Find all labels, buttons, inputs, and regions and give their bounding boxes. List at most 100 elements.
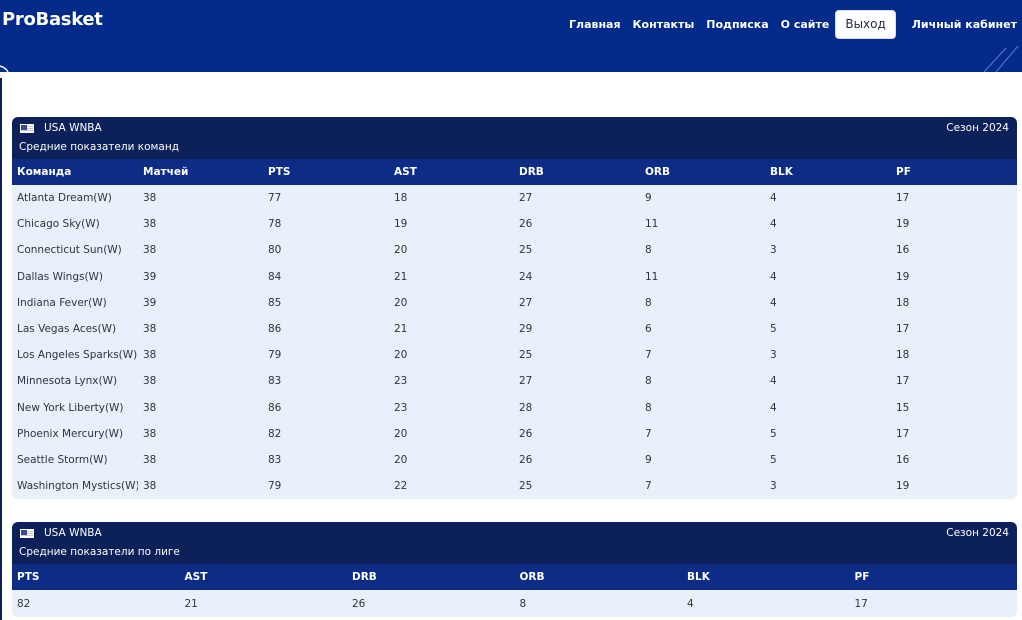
stat-cell: 23 xyxy=(394,375,408,388)
stat-cell: 5 xyxy=(770,453,777,466)
stat-cell: 84 xyxy=(268,270,282,283)
stat-cell: 21 xyxy=(394,323,408,336)
stat-cell: 4 xyxy=(770,375,777,388)
stat-cell: 79 xyxy=(268,480,282,493)
stat-cell: 4 xyxy=(770,192,777,205)
stat-cell: 38 xyxy=(143,453,157,466)
team-name-cell: Chicago Sky(W) xyxy=(17,218,100,231)
stat-cell: 78 xyxy=(268,218,282,231)
stat-cell: 19 xyxy=(896,270,910,283)
stat-cell: 11 xyxy=(645,270,659,283)
column-header: ORB xyxy=(514,564,682,590)
stat-cell: 27 xyxy=(519,296,533,309)
stat-cell: 17 xyxy=(896,323,910,336)
team-averages-card: USA WNBA Сезон 2024 Средние показатели к… xyxy=(12,117,1017,499)
stat-cell: 83 xyxy=(268,453,282,466)
nav-link-account[interactable]: Личный кабинет xyxy=(912,11,1017,39)
stat-cell: 38 xyxy=(143,244,157,257)
stat-cell: 8 xyxy=(645,375,652,388)
column-header: Матчей xyxy=(138,159,263,185)
table-row: Los Angeles Sparks(W) 38 79 20 25 7 3 18 xyxy=(12,342,1017,368)
table-row: Minnesota Lynx(W) 38 83 23 27 8 4 17 xyxy=(12,368,1017,394)
column-header: BLK xyxy=(765,159,891,185)
stat-cell: 19 xyxy=(896,480,910,493)
table-header-row: Команда Матчей PTS AST DRB ORB BLK PF xyxy=(12,159,1017,185)
stat-cell: 7 xyxy=(645,349,652,362)
stat-cell: 8 xyxy=(645,401,652,414)
nav-link-about[interactable]: О сайте xyxy=(781,11,830,39)
stat-cell: 20 xyxy=(394,427,408,440)
stat-cell: 77 xyxy=(268,192,282,205)
stat-cell: 17 xyxy=(896,192,910,205)
brand-logo[interactable]: ProBasket xyxy=(2,9,103,30)
stat-cell: 20 xyxy=(394,244,408,257)
stat-cell: 9 xyxy=(645,192,652,205)
column-header: PF xyxy=(891,159,1017,185)
column-header: ORB xyxy=(640,159,765,185)
left-border-line xyxy=(0,78,2,620)
table-row: 82 21 26 8 4 17 xyxy=(12,590,1017,617)
team-name-cell: Washington Mystics(W) xyxy=(17,480,138,493)
stat-cell: 26 xyxy=(519,453,533,466)
stat-cell: 20 xyxy=(394,349,408,362)
stat-cell: 3 xyxy=(770,244,777,257)
table-header-row: PTS AST DRB ORB BLK PF xyxy=(12,564,1017,590)
stat-cell: 11 xyxy=(645,218,659,231)
stat-cell: 16 xyxy=(896,453,910,466)
stat-cell: 15 xyxy=(896,401,910,414)
nav-link-subscription[interactable]: Подписка xyxy=(706,11,768,39)
stat-cell: 28 xyxy=(519,401,533,414)
stat-cell: 18 xyxy=(896,349,910,362)
nav-link-contacts[interactable]: Контакты xyxy=(633,11,695,39)
stat-cell: 19 xyxy=(896,218,910,231)
stat-cell: 17 xyxy=(896,427,910,440)
stat-cell: 3 xyxy=(770,480,777,493)
stat-cell: 79 xyxy=(268,349,282,362)
column-header: AST xyxy=(389,159,514,185)
column-header: Команда xyxy=(12,159,138,185)
stat-cell: 38 xyxy=(143,401,157,414)
stat-cell: 25 xyxy=(519,349,533,362)
stat-cell: 25 xyxy=(519,244,533,257)
league-averages-card: USA WNBA Сезон 2024 Средние показатели п… xyxy=(12,522,1017,617)
stat-cell: 4 xyxy=(687,597,694,610)
nav-link-home[interactable]: Главная xyxy=(569,11,621,39)
stat-cell: 24 xyxy=(519,270,533,283)
stat-cell: 18 xyxy=(896,296,910,309)
stat-cell: 21 xyxy=(184,597,198,610)
stat-cell: 39 xyxy=(143,270,157,283)
stat-cell: 38 xyxy=(143,192,157,205)
main-nav: Главная Контакты Подписка О сайте Выход … xyxy=(557,10,1017,39)
stat-cell: 3 xyxy=(770,349,777,362)
top-navbar: ProBasket Главная Контакты Подписка О са… xyxy=(0,0,1022,72)
stat-cell: 18 xyxy=(394,192,408,205)
stat-cell: 5 xyxy=(770,323,777,336)
team-name-cell: Seattle Storm(W) xyxy=(17,453,108,466)
table-row: Las Vegas Aces(W) 38 86 21 29 6 5 17 xyxy=(12,316,1017,342)
stat-cell: 4 xyxy=(770,296,777,309)
column-header: AST xyxy=(179,564,347,590)
stat-cell: 22 xyxy=(394,480,408,493)
stat-cell: 25 xyxy=(519,480,533,493)
stat-cell: 17 xyxy=(896,375,910,388)
logout-button[interactable]: Выход xyxy=(835,10,896,39)
table-row: Connecticut Sun(W) 38 80 20 25 8 3 16 xyxy=(12,237,1017,263)
team-name-cell: New York Liberty(W) xyxy=(17,401,124,414)
table-row: Atlanta Dream(W) 38 77 18 27 9 4 17 xyxy=(12,185,1017,211)
stat-cell: 9 xyxy=(645,453,652,466)
stat-cell: 26 xyxy=(519,218,533,231)
season-label: Сезон 2024 xyxy=(946,527,1009,539)
stat-cell: 19 xyxy=(394,218,408,231)
table-row: Phoenix Mercury(W) 38 82 20 26 7 5 17 xyxy=(12,421,1017,447)
stat-cell: 17 xyxy=(854,597,868,610)
usa-flag-icon xyxy=(20,123,34,133)
stat-cell: 27 xyxy=(519,192,533,205)
stat-cell: 83 xyxy=(268,375,282,388)
stat-cell: 27 xyxy=(519,375,533,388)
stat-cell: 38 xyxy=(143,427,157,440)
table-row: New York Liberty(W) 38 86 23 28 8 4 15 xyxy=(12,395,1017,421)
column-header: PF xyxy=(849,564,1017,590)
team-stats-table: Команда Матчей PTS AST DRB ORB BLK PF Atlanta D… xyxy=(12,159,1017,499)
column-header: BLK xyxy=(682,564,850,590)
table-row: Seattle Storm(W) 38 83 20 26 9 5 16 xyxy=(12,447,1017,473)
